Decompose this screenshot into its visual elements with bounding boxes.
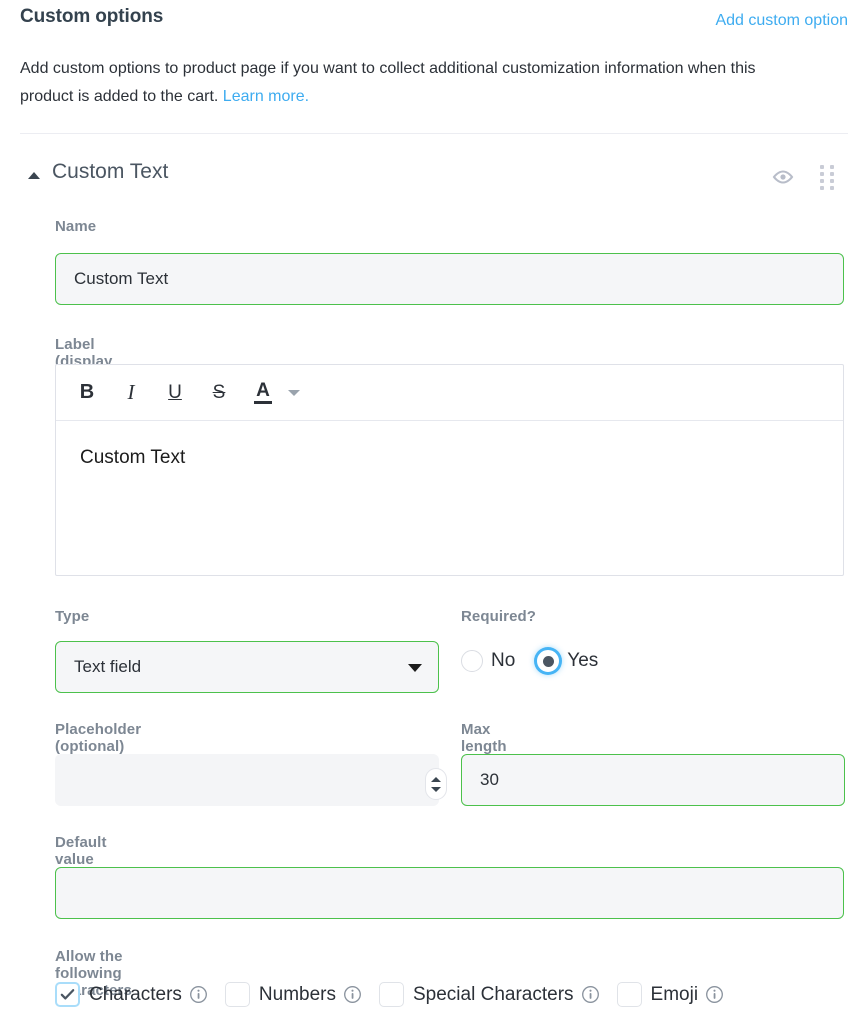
custom-option-section-header: Custom Text — [20, 160, 848, 192]
checkbox-characters[interactable] — [55, 982, 80, 1007]
max-length-stepper[interactable] — [425, 768, 447, 800]
eye-icon[interactable] — [771, 165, 795, 189]
info-icon[interactable] — [581, 985, 600, 1004]
name-input-value: Custom Text — [74, 269, 169, 288]
checkbox-special-characters[interactable] — [379, 982, 404, 1007]
checkbox-label-characters: Characters — [89, 983, 182, 1005]
checkbox-emoji[interactable] — [616, 982, 642, 1007]
header-divider — [20, 133, 848, 134]
caret-down-icon — [408, 664, 422, 672]
italic-button[interactable]: I — [122, 380, 140, 405]
checkbox-label-emoji: Emoji — [650, 983, 699, 1005]
caret-up-icon[interactable] — [28, 172, 40, 179]
description-text: Add custom options to product page if yo… — [20, 60, 756, 105]
radio-label-no: No — [491, 650, 516, 671]
placeholder-label: Placeholder (optional) — [55, 721, 142, 755]
chevron-up-icon[interactable] — [431, 776, 441, 782]
drag-handle-icon[interactable] — [818, 165, 836, 191]
strikethrough-button[interactable]: S — [210, 382, 228, 404]
required-radio-group: No Yes — [461, 650, 620, 672]
bold-button[interactable]: B — [78, 381, 96, 404]
text-color-button[interactable]: A — [254, 381, 272, 404]
radio-circle-yes — [537, 650, 560, 672]
info-icon[interactable] — [189, 985, 208, 1004]
checkbox-item-numbers[interactable]: Numbers — [224, 982, 362, 1007]
name-label: Name — [55, 218, 97, 235]
checkbox-item-special-characters[interactable]: Special Characters — [379, 982, 600, 1007]
radio-label-yes: Yes — [567, 650, 599, 671]
type-select[interactable]: Text field — [55, 641, 439, 693]
add-custom-option-link[interactable]: Add custom option — [715, 12, 848, 30]
custom-options-panel: Custom options Add custom option Add cus… — [0, 0, 868, 1024]
rich-text-editor: B I U S A Custom Text — [55, 364, 844, 576]
checkbox-label-numbers: Numbers — [258, 983, 336, 1005]
max-length-input[interactable]: 30 — [461, 754, 845, 806]
checkbox-item-characters[interactable]: Characters — [55, 982, 208, 1007]
info-icon[interactable] — [343, 985, 362, 1004]
checkbox-numbers[interactable] — [224, 982, 250, 1007]
panel-header: Custom options Add custom option — [20, 6, 848, 36]
allow-characters-checkbox-group: Characters Numbers Special Characters Em… — [55, 982, 741, 1007]
chevron-down-icon[interactable] — [288, 389, 300, 396]
radio-option-yes[interactable]: Yes — [537, 650, 620, 672]
default-value-input[interactable] — [55, 867, 844, 919]
underline-button[interactable]: U — [166, 382, 184, 404]
name-input[interactable]: Custom Text — [55, 253, 844, 305]
placeholder-input[interactable] — [55, 754, 439, 806]
chevron-down-icon[interactable] — [431, 786, 441, 792]
radio-circle-no — [461, 650, 483, 672]
checkbox-label-special-characters: Special Characters — [413, 983, 574, 1005]
section-title[interactable]: Custom Text — [52, 160, 168, 184]
panel-description: Add custom options to product page if yo… — [20, 55, 760, 111]
required-label: Required? — [461, 608, 537, 625]
editor-content[interactable]: Custom Text — [56, 421, 843, 495]
max-length-input-value: 30 — [480, 770, 499, 789]
type-label: Type — [55, 608, 90, 625]
learn-more-link[interactable]: Learn more. — [223, 88, 309, 105]
radio-option-no[interactable]: No — [461, 650, 537, 672]
max-length-label: Max length — [461, 721, 507, 755]
page-title: Custom options — [20, 6, 164, 27]
type-select-value: Text field — [74, 657, 142, 676]
checkbox-item-emoji[interactable]: Emoji — [616, 982, 725, 1007]
info-icon[interactable] — [705, 985, 724, 1004]
editor-toolbar: B I U S A — [56, 365, 843, 421]
